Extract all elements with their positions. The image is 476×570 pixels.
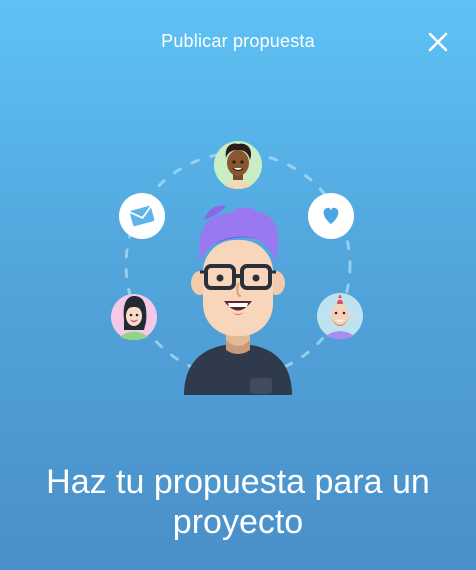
heart-bubble xyxy=(308,193,354,239)
avatar-man-mohawk-beard xyxy=(317,293,363,339)
mail-bubble xyxy=(119,193,165,239)
avatar-man-dark-skin xyxy=(214,141,262,189)
developer-avatar xyxy=(184,205,292,395)
headline: Haz tu propuesta para un proyecto xyxy=(46,463,430,541)
onboarding-screen: Publicar propuesta Haz tu propuesta para… xyxy=(0,0,476,570)
avatar-woman-black-hair xyxy=(111,294,157,340)
